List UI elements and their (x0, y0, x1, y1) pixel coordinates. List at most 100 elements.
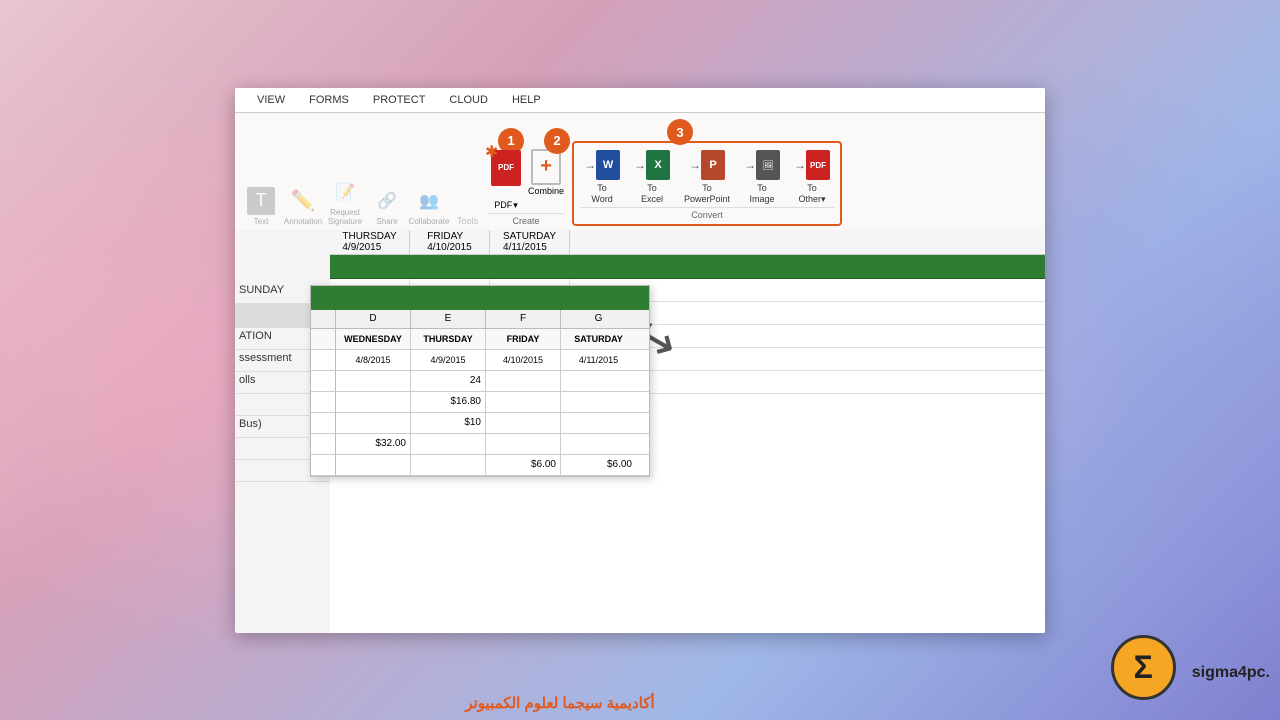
tab-protect[interactable]: PROTECT (361, 88, 438, 112)
sigma-circle: Σ (1111, 635, 1176, 700)
excel-app-icon: X (646, 150, 670, 180)
image-app-icon: 🖼 (756, 150, 780, 180)
excel-popup: D E F G WEDNESDAY THURSDAY FRIDAY SATURD… (310, 285, 650, 477)
val-thu-3: $10 (411, 413, 486, 433)
date-fri: 4/10/2015 (486, 350, 561, 370)
excel-row-num-header (311, 310, 336, 328)
excel-val-row-2: $16.80 (311, 392, 649, 413)
excel-col-letter-row: D E F G (311, 310, 649, 329)
tab-help[interactable]: HELP (500, 88, 553, 112)
excel-date-row: 4/8/2015 4/9/2015 4/10/2015 4/11/2015 (311, 350, 649, 371)
val-fri-2 (486, 392, 561, 412)
val-wed-5 (336, 455, 411, 475)
row-num-5 (311, 413, 336, 433)
val-thu-5 (411, 455, 486, 475)
convert-other-label: ToOther▾ (799, 183, 826, 205)
tool-request-sig: 📝 Request Signature (327, 178, 363, 226)
pdf-dropdown-arrow: ▾ (513, 200, 518, 211)
val-wed-2 (336, 392, 411, 412)
convert-to-other-button[interactable]: → PDF ToOther▾ (790, 147, 834, 205)
row-num-6 (311, 434, 336, 454)
tool-collaborate: 👥 Collaborate (411, 187, 447, 226)
tool-text-label: Text (254, 217, 269, 226)
val-wed-4: $32.00 (336, 434, 411, 454)
tool-share: 🔗 Share (369, 187, 405, 226)
create-buttons: ✱ PDF PDF ▾ + Combine (488, 150, 564, 211)
tools-label: Tools (457, 216, 478, 226)
val-fri-1 (486, 371, 561, 391)
tool-request-sig-label: Request Signature (327, 208, 363, 226)
convert-buttons: → W ToWord → X ToExcel (580, 147, 834, 205)
combine-button[interactable]: + Combine (528, 150, 564, 211)
sigma-icon-container: Σ (1111, 635, 1186, 710)
convert-to-word-button[interactable]: → W ToWord (580, 147, 624, 205)
saturday-header: SATURDAY4/11/2015 (490, 230, 570, 254)
date-thu: 4/9/2015 (411, 350, 486, 370)
date-wed: 4/8/2015 (336, 350, 411, 370)
tool-text: T Text (243, 187, 279, 226)
row-num-7 (311, 455, 336, 475)
row-num-1 (311, 329, 336, 349)
convert-to-image-button[interactable]: → 🖼 ToImage (740, 147, 784, 205)
convert-box: → W ToWord → X ToExcel (572, 141, 842, 226)
val-sat-5: $6.00 (561, 455, 636, 475)
col-f-header: F (486, 310, 561, 328)
convert-powerpoint-label: ToPowerPoint (684, 183, 730, 205)
convert-to-powerpoint-button[interactable]: → P ToPowerPoint (680, 147, 734, 205)
date-sat: 4/11/2015 (561, 350, 636, 370)
row-num-4 (311, 392, 336, 412)
pdf-label: PDF (494, 200, 512, 210)
val-thu-4 (411, 434, 486, 454)
thursday-header: THURSDAY4/9/2015 (330, 230, 410, 254)
excel-val-row-5: $6.00 $6.00 (311, 455, 649, 476)
excel-day-row: WEDNESDAY THURSDAY FRIDAY SATURDAY (311, 329, 649, 350)
excel-val-row-3: $10 (311, 413, 649, 434)
sigma-text-area: sigma4pc. (1192, 664, 1270, 682)
step-badge-3: 3 (667, 119, 693, 145)
tab-forms[interactable]: FORMS (297, 88, 361, 112)
convert-group-label: Convert (580, 207, 834, 220)
other-app-icon: PDF (806, 150, 830, 180)
step-badge-2: 2 (544, 128, 570, 154)
tab-cloud[interactable]: CLOUD (437, 88, 500, 112)
val-thu-1: 24 (411, 371, 486, 391)
green-header-bar (330, 255, 1045, 279)
tools-section: T Text ✏️ Annotation 📝 Request Signature… (243, 178, 457, 226)
col-g-header: G (561, 310, 636, 328)
pdf-button[interactable]: ✱ PDF PDF ▾ (488, 150, 524, 211)
tool-annotation: ✏️ Annotation (285, 187, 321, 226)
main-window: VIEW FORMS PROTECT CLOUD HELP T Text ✏️ … (235, 88, 1045, 633)
friday-cell: FRIDAY (486, 329, 561, 349)
val-fri-5: $6.00 (486, 455, 561, 475)
convert-section: 3 → W ToWord → X (572, 131, 842, 226)
val-sat-4 (561, 434, 636, 454)
val-wed-3 (336, 413, 411, 433)
sigma-logo: Σ sigma4pc. (1111, 635, 1270, 710)
row-num-2 (311, 350, 336, 370)
content-area: SUNDAY ATION ssessment olls Bus) THURSDA… (235, 230, 1045, 633)
saturday-cell: SATURDAY (561, 329, 636, 349)
convert-word-label: ToWord (591, 183, 612, 205)
val-sat-3 (561, 413, 636, 433)
create-section: 1 2 ✱ PDF PDF ▾ (488, 140, 564, 226)
row-num-3 (311, 371, 336, 391)
val-sat-1 (561, 371, 636, 391)
tool-share-label: Share (376, 217, 397, 226)
excel-val-row-4: $32.00 (311, 434, 649, 455)
val-sat-2 (561, 392, 636, 412)
excel-green-bar (311, 286, 649, 310)
tool-collaborate-label: Collaborate (409, 217, 450, 226)
excel-val-row-1: 24 (311, 371, 649, 392)
word-app-icon: W (596, 150, 620, 180)
combine-label: Combine (528, 186, 564, 196)
col-d-header: D (336, 310, 411, 328)
powerpoint-app-icon: P (701, 150, 725, 180)
thursday-cell: THURSDAY (411, 329, 486, 349)
val-fri-3 (486, 413, 561, 433)
tab-view[interactable]: VIEW (245, 88, 297, 112)
convert-to-excel-button[interactable]: → X ToExcel (630, 147, 674, 205)
convert-excel-label: ToExcel (641, 183, 663, 205)
col-e-header: E (411, 310, 486, 328)
friday-header: FRIDAY4/10/2015 (410, 230, 490, 254)
ribbon-content: T Text ✏️ Annotation 📝 Request Signature… (235, 113, 1045, 230)
